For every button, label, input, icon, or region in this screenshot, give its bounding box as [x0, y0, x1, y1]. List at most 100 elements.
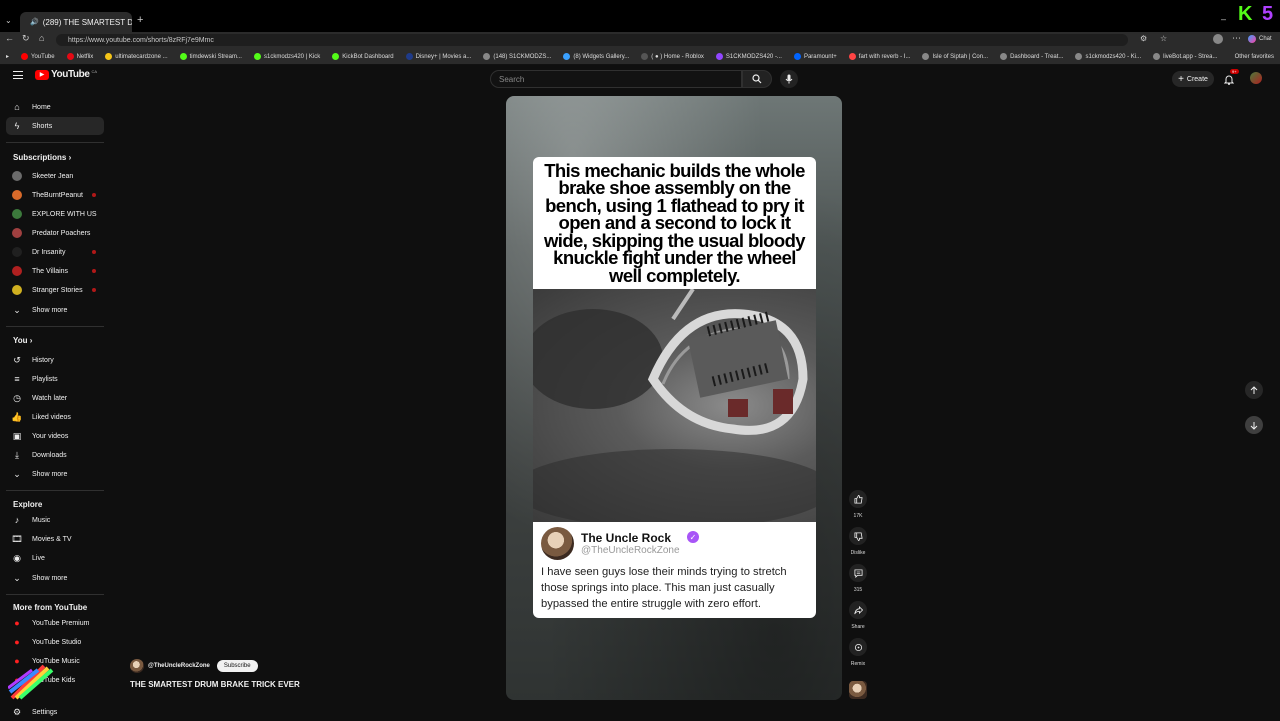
- bookmark-item[interactable]: liveBot.app - Strea...: [1147, 53, 1223, 60]
- create-button[interactable]: + Create: [1172, 71, 1214, 87]
- subscribe-button[interactable]: Subscribe: [216, 660, 258, 672]
- sidebar-item-subscription[interactable]: Dr Insanity: [6, 243, 104, 261]
- bookmark-item[interactable]: Netflix: [61, 53, 100, 60]
- comments-action[interactable]: 315: [849, 564, 867, 593]
- new-tab-icon[interactable]: +: [137, 14, 143, 26]
- sidebar-item-subscription[interactable]: EXPLORE WITH US: [6, 205, 104, 223]
- bookmark-item[interactable]: YouTube: [15, 53, 61, 60]
- brake-shoe-image: [533, 289, 816, 522]
- remix-action[interactable]: Remix: [849, 638, 867, 667]
- hamburger-menu-icon[interactable]: [13, 71, 23, 79]
- sidebar-item-playlists[interactable]: ≡ Playlists: [6, 370, 104, 388]
- sidebar-item-shorts[interactable]: ϟ Shorts: [6, 117, 104, 135]
- verified-check-icon: ✓: [687, 531, 699, 543]
- bookmark-item[interactable]: Paramount+: [788, 53, 843, 60]
- sidebar-item-watch-later[interactable]: ◷ Watch later: [6, 389, 104, 407]
- sidebar-item-youtube-app[interactable]: ● YouTube Studio: [6, 633, 104, 651]
- sidebar-item-subscription[interactable]: TheBurntPeanut: [6, 186, 104, 204]
- bookmark-label: KickBot Dashboard: [342, 53, 394, 60]
- dislike-label: Dislike: [850, 550, 866, 556]
- bookmark-label: Isle of Siptah | Con...: [932, 53, 989, 60]
- sidebar-item-label: TheBurntPeanut: [32, 191, 83, 199]
- bookmark-item[interactable]: s1ckmodzs420 - Ki...: [1069, 53, 1147, 60]
- explore-header[interactable]: Explore: [13, 500, 42, 509]
- sidebar-item-subscription[interactable]: The Villains: [6, 262, 104, 280]
- bookmark-item[interactable]: s1ckmodzs420 | Kick: [248, 53, 326, 60]
- back-icon[interactable]: ←: [5, 33, 14, 43]
- sidebar-item-history[interactable]: ↺ History: [6, 351, 104, 369]
- poster-handle: @TheUncleRockZone: [581, 545, 680, 556]
- browser-tab-active[interactable]: 🔊 (289) THE SMARTEST DRUM B ×: [20, 12, 132, 32]
- sidebar-item-home[interactable]: ⌂ Home: [6, 98, 104, 116]
- browser-menu-icon[interactable]: ⋯: [1232, 33, 1241, 44]
- bookmark-item[interactable]: Dashboard - Treat...: [994, 53, 1069, 60]
- sidebar-item-download[interactable]: ⤓ Downloads: [6, 446, 104, 464]
- subs-show-more[interactable]: ⌄ Show more: [6, 301, 104, 319]
- bookmark-item[interactable]: Isle of Siptah | Con...: [916, 53, 994, 60]
- youtube-logo[interactable]: ▶ YouTube CA: [35, 69, 97, 80]
- minimize-icon[interactable]: –: [1221, 14, 1226, 24]
- sidebar-item-youtube-app[interactable]: ● YouTube Premium: [6, 614, 104, 632]
- channel-avatar[interactable]: [130, 659, 144, 673]
- sidebar-item-like[interactable]: 👍 Liked videos: [6, 408, 104, 426]
- other-favorites[interactable]: Other favorites: [1229, 54, 1280, 60]
- dislike-button[interactable]: [849, 527, 867, 545]
- sidebar-item-movies[interactable]: 🎞 Movies & TV: [6, 530, 104, 548]
- apps-icon[interactable]: ▸: [0, 53, 15, 60]
- channel-handle[interactable]: @TheUncleRockZone: [148, 663, 210, 669]
- sidebar-item-settings[interactable]: ⚙ Settings: [6, 703, 104, 721]
- bookmark-item[interactable]: timdewski Stream...: [174, 53, 248, 60]
- bookmark-item[interactable]: ( ● ) Home - Roblox: [635, 53, 710, 60]
- favorites-icon[interactable]: ☆: [1160, 34, 1167, 43]
- sidebar-item-subscription[interactable]: Predator Poachers: [6, 224, 104, 242]
- bookmark-item[interactable]: ultimatecardzone ...: [99, 53, 173, 60]
- reload-icon[interactable]: ↻: [22, 33, 30, 44]
- previous-short-button[interactable]: [1245, 381, 1263, 399]
- you-show-more[interactable]: ⌄ Show more: [6, 465, 104, 483]
- sidebar-item-your-videos[interactable]: ▣ Your videos: [6, 427, 104, 445]
- sidebar-item-subscription[interactable]: Skeeter Jean: [6, 167, 104, 185]
- like-button[interactable]: [849, 490, 867, 508]
- comment-icon: [853, 568, 863, 578]
- home-browser-icon[interactable]: ⌂: [39, 33, 44, 43]
- search-input[interactable]: Search: [490, 70, 742, 88]
- bookmark-item[interactable]: KickBot Dashboard: [326, 53, 399, 60]
- like-action[interactable]: 17K: [849, 490, 867, 519]
- sidebar-item-label: Stranger Stories: [32, 286, 83, 294]
- next-short-button[interactable]: [1245, 416, 1263, 434]
- share-button[interactable]: [849, 601, 867, 619]
- dislike-action[interactable]: Dislike: [849, 527, 867, 556]
- bookmark-item[interactable]: Disney+ | Movies a...: [400, 53, 478, 60]
- bookmark-item[interactable]: S1CKMODZS420 -...: [710, 53, 788, 60]
- tab-list-chevron-icon[interactable]: ⌄: [5, 16, 15, 26]
- chevron-down-icon: ⌄: [13, 572, 21, 583]
- brake-assembly-clip: [533, 289, 816, 522]
- sidebar-item-live[interactable]: ◉ Live: [6, 549, 104, 567]
- subscriptions-header[interactable]: Subscriptions ›: [13, 153, 71, 162]
- caption-card: This mechanic builds the whole brake sho…: [533, 157, 816, 289]
- sidebar-item-music[interactable]: ♪ Music: [6, 511, 104, 529]
- sound-thumbnail[interactable]: [849, 681, 867, 699]
- comments-button[interactable]: [849, 564, 867, 582]
- explore-show-more[interactable]: ⌄ Show more: [6, 569, 104, 587]
- extensions-icon[interactable]: ⚙: [1140, 34, 1147, 43]
- bookmark-item[interactable]: (8) Widgets Gallery...: [557, 53, 635, 60]
- bookmark-item[interactable]: fart with reverb - I...: [843, 53, 917, 60]
- sidebar-item-label: Downloads: [32, 451, 67, 459]
- search-button[interactable]: [742, 70, 772, 88]
- sidebar-item-label: Music: [32, 516, 51, 524]
- bookmark-item[interactable]: (148) S1CKMODZS...: [477, 53, 557, 60]
- remix-button[interactable]: [849, 638, 867, 656]
- voice-search-button[interactable]: [780, 70, 798, 88]
- address-bar[interactable]: https://www.youtube.com/shorts/8zRFj7e9M…: [56, 34, 1128, 46]
- share-action[interactable]: Share: [849, 601, 867, 630]
- profile-avatar[interactable]: [1213, 34, 1223, 44]
- sidebar-item-label: Dr Insanity: [32, 248, 66, 256]
- short-title[interactable]: THE SMARTEST DRUM BRAKE TRICK EVER: [130, 680, 300, 689]
- copilot-chat-button[interactable]: Chat: [1248, 35, 1272, 43]
- account-avatar[interactable]: [1250, 72, 1262, 84]
- sidebar-item-subscription[interactable]: Stranger Stories: [6, 281, 104, 299]
- you-header[interactable]: You ›: [13, 336, 32, 345]
- notifications-button[interactable]: 9+: [1223, 69, 1239, 85]
- more-from-youtube-header[interactable]: More from YouTube: [13, 603, 87, 612]
